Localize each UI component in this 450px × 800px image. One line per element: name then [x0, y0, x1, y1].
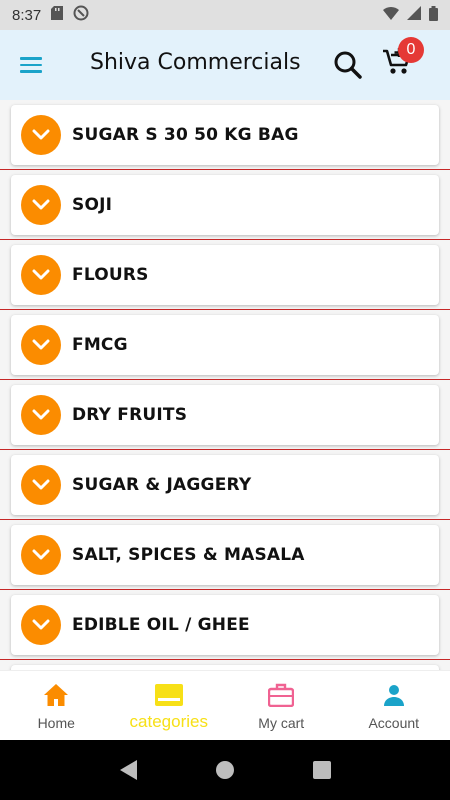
- category-label: FLOURS: [72, 265, 149, 285]
- person-icon: [380, 681, 408, 709]
- bottom-nav: Home categories My cart Account: [0, 670, 450, 740]
- nav-categories-label: categories: [129, 712, 208, 731]
- category-row: DRY FRUITS: [0, 380, 450, 450]
- cart-count-badge: 0: [398, 37, 424, 63]
- briefcase-icon: [267, 681, 295, 709]
- category-card[interactable]: FLOURS: [11, 245, 439, 305]
- chevron-down-icon[interactable]: [21, 395, 61, 435]
- category-card[interactable]: SALT, SPICES & MASALA: [11, 525, 439, 585]
- wifi-icon: [383, 6, 399, 24]
- app-bar: Shiva Commercials 0: [0, 30, 450, 100]
- category-list: SUGAR S 30 50 KG BAG SOJI FLOURS FMCG DRY FR…: [0, 100, 450, 670]
- search-icon[interactable]: [332, 49, 364, 81]
- category-row: SOJI: [0, 170, 450, 240]
- category-row: SUGAR S 30 50 KG BAG: [0, 100, 450, 170]
- category-label: SUGAR & JAGGERY: [72, 475, 252, 495]
- data-saver-icon: [73, 5, 89, 25]
- back-icon[interactable]: [116, 758, 140, 782]
- category-row: FLOURS: [0, 240, 450, 310]
- recents-icon[interactable]: [310, 758, 334, 782]
- home-icon: [42, 681, 70, 709]
- category-card[interactable]: EDIBLE OIL / GHEE: [11, 595, 439, 655]
- category-label: DRY FRUITS: [72, 405, 188, 425]
- category-card[interactable]: DRY FRUITS: [11, 385, 439, 445]
- nav-categories[interactable]: categories: [113, 671, 226, 740]
- category-row: SUGAR & JAGGERY: [0, 450, 450, 520]
- status-bar: 8:37: [0, 0, 450, 30]
- category-card[interactable]: SOJI: [11, 175, 439, 235]
- category-row: EDIBLE OIL / GHEE: [0, 590, 450, 660]
- page-title: Shiva Commercials: [90, 50, 301, 75]
- nav-cart-label: My cart: [258, 715, 305, 731]
- category-label: SOJI: [72, 195, 113, 215]
- category-label: FMCG: [72, 335, 128, 355]
- status-time: 8:37: [12, 6, 42, 24]
- home-circle-icon[interactable]: [213, 758, 237, 782]
- category-label: EDIBLE OIL / GHEE: [72, 615, 250, 635]
- signal-icon: [407, 6, 421, 24]
- battery-icon: [429, 5, 438, 25]
- category-row-partial: [0, 660, 450, 670]
- category-label: SALT, SPICES & MASALA: [72, 545, 305, 565]
- categories-icon: [154, 681, 183, 709]
- category-card[interactable]: FMCG: [11, 315, 439, 375]
- chevron-down-icon[interactable]: [21, 115, 61, 155]
- chevron-down-icon[interactable]: [21, 535, 61, 575]
- chevron-down-icon[interactable]: [21, 465, 61, 505]
- chevron-down-icon[interactable]: [21, 255, 61, 295]
- nav-home[interactable]: Home: [0, 671, 113, 740]
- nav-cart[interactable]: My cart: [225, 671, 338, 740]
- chevron-down-icon[interactable]: [21, 185, 61, 225]
- category-label: SUGAR S 30 50 KG BAG: [72, 125, 299, 145]
- category-row: SALT, SPICES & MASALA: [0, 520, 450, 590]
- system-nav-bar: [0, 740, 450, 800]
- nav-home-label: Home: [37, 715, 75, 731]
- category-card[interactable]: SUGAR S 30 50 KG BAG: [11, 105, 439, 165]
- sd-card-icon: [51, 6, 64, 24]
- menu-icon[interactable]: [20, 53, 50, 77]
- chevron-down-icon[interactable]: [21, 325, 61, 365]
- category-row: FMCG: [0, 310, 450, 380]
- chevron-down-icon[interactable]: [21, 605, 61, 645]
- nav-account[interactable]: Account: [338, 671, 450, 740]
- category-card[interactable]: SUGAR & JAGGERY: [11, 455, 439, 515]
- nav-account-label: Account: [368, 715, 420, 731]
